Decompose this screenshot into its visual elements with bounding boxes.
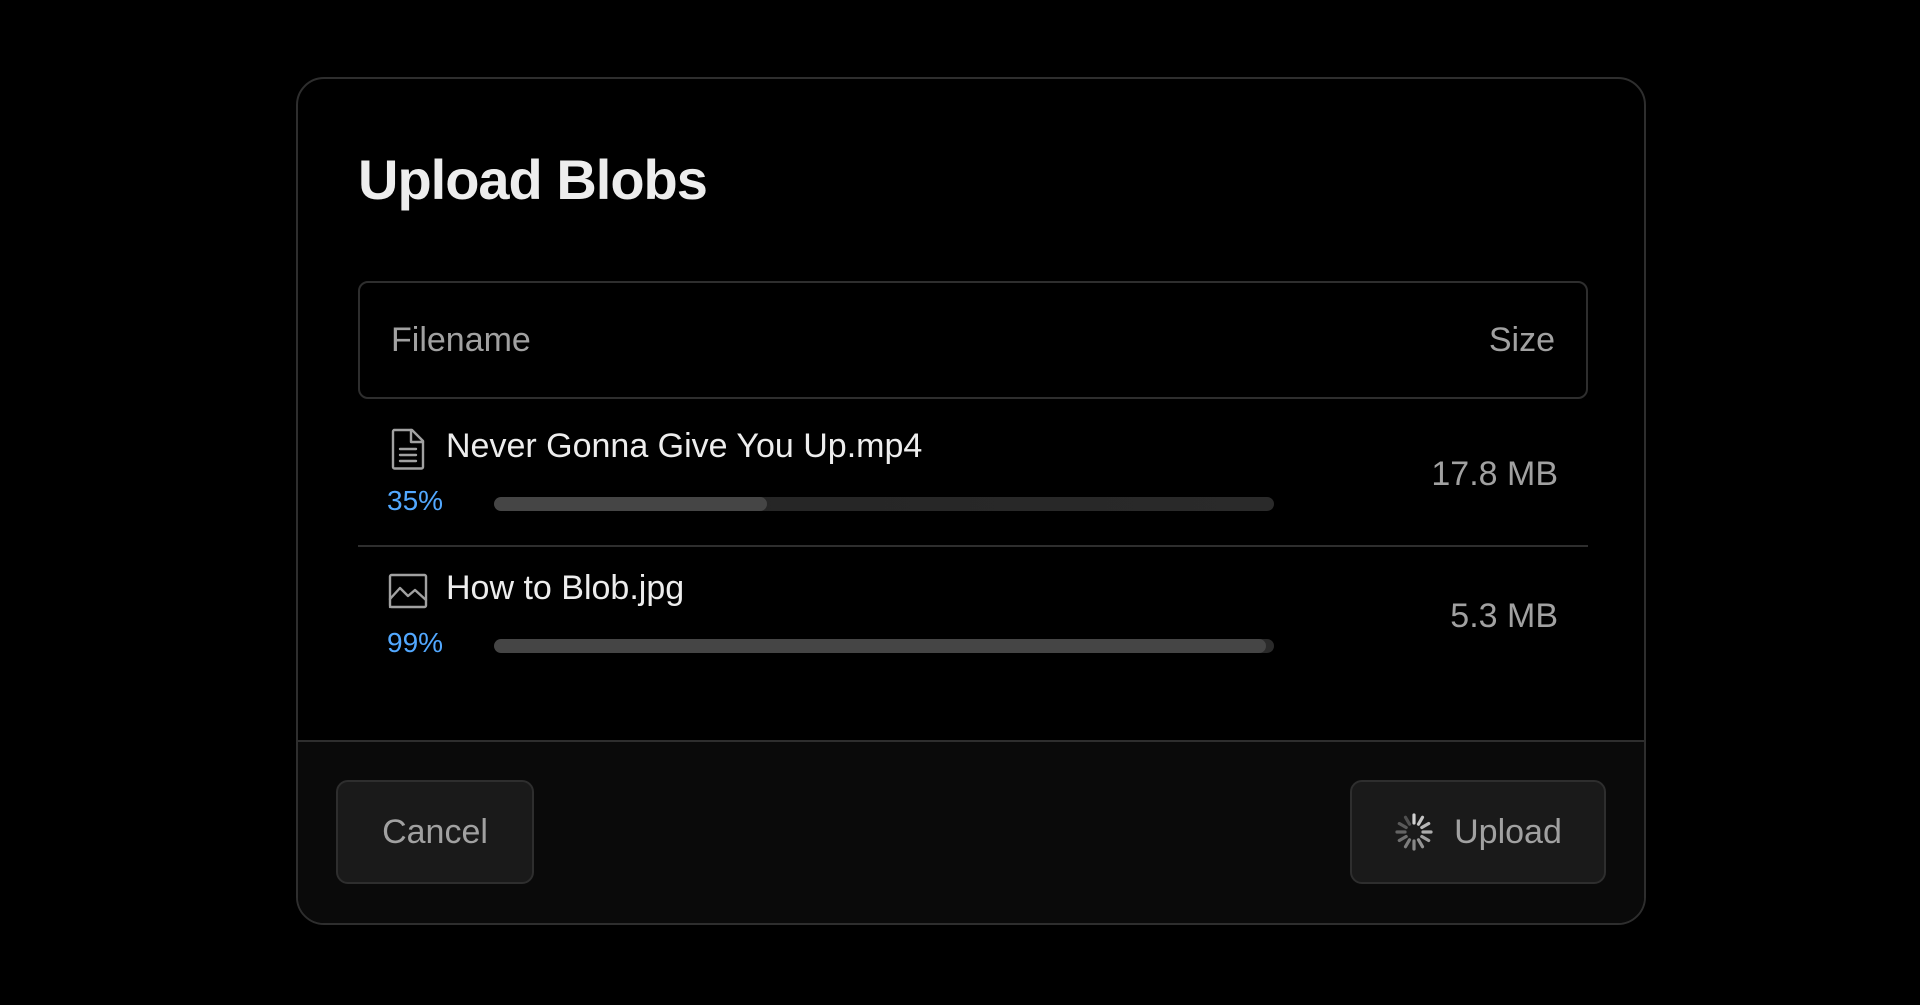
upload-dialog: Upload Blobs Filename Size Never Gonna G…: [296, 77, 1646, 925]
cancel-button[interactable]: Cancel: [336, 780, 534, 884]
column-header-filename: Filename: [391, 321, 531, 359]
document-icon: [391, 428, 425, 470]
dialog-footer: Cancel Upload: [298, 740, 1644, 923]
progress-bar-fill: [494, 639, 1267, 653]
upload-button-label: Upload: [1454, 812, 1562, 851]
image-icon: [388, 573, 428, 609]
table-row: How to Blob.jpg 99% 5.3 MB: [358, 547, 1588, 687]
progress-bar: [494, 497, 1274, 511]
dialog-body: Upload Blobs Filename Size Never Gonna G…: [298, 79, 1644, 744]
table-row: Never Gonna Give You Up.mp4 35% 17.8 MB: [358, 405, 1588, 547]
progress-bar-fill: [494, 497, 767, 511]
file-size: 5.3 MB: [1450, 597, 1558, 635]
upload-button[interactable]: Upload: [1350, 780, 1606, 884]
file-name: How to Blob.jpg: [446, 569, 685, 607]
table-header: Filename Size: [358, 281, 1588, 399]
progress-bar: [494, 639, 1274, 653]
file-size: 17.8 MB: [1431, 455, 1558, 493]
file-name: Never Gonna Give You Up.mp4: [446, 427, 923, 465]
progress-percent: 99%: [387, 627, 444, 658]
spinner-icon: [1395, 813, 1433, 851]
progress-percent: 35%: [387, 485, 444, 516]
column-header-size: Size: [1488, 321, 1555, 359]
dialog-title: Upload Blobs: [358, 148, 708, 211]
